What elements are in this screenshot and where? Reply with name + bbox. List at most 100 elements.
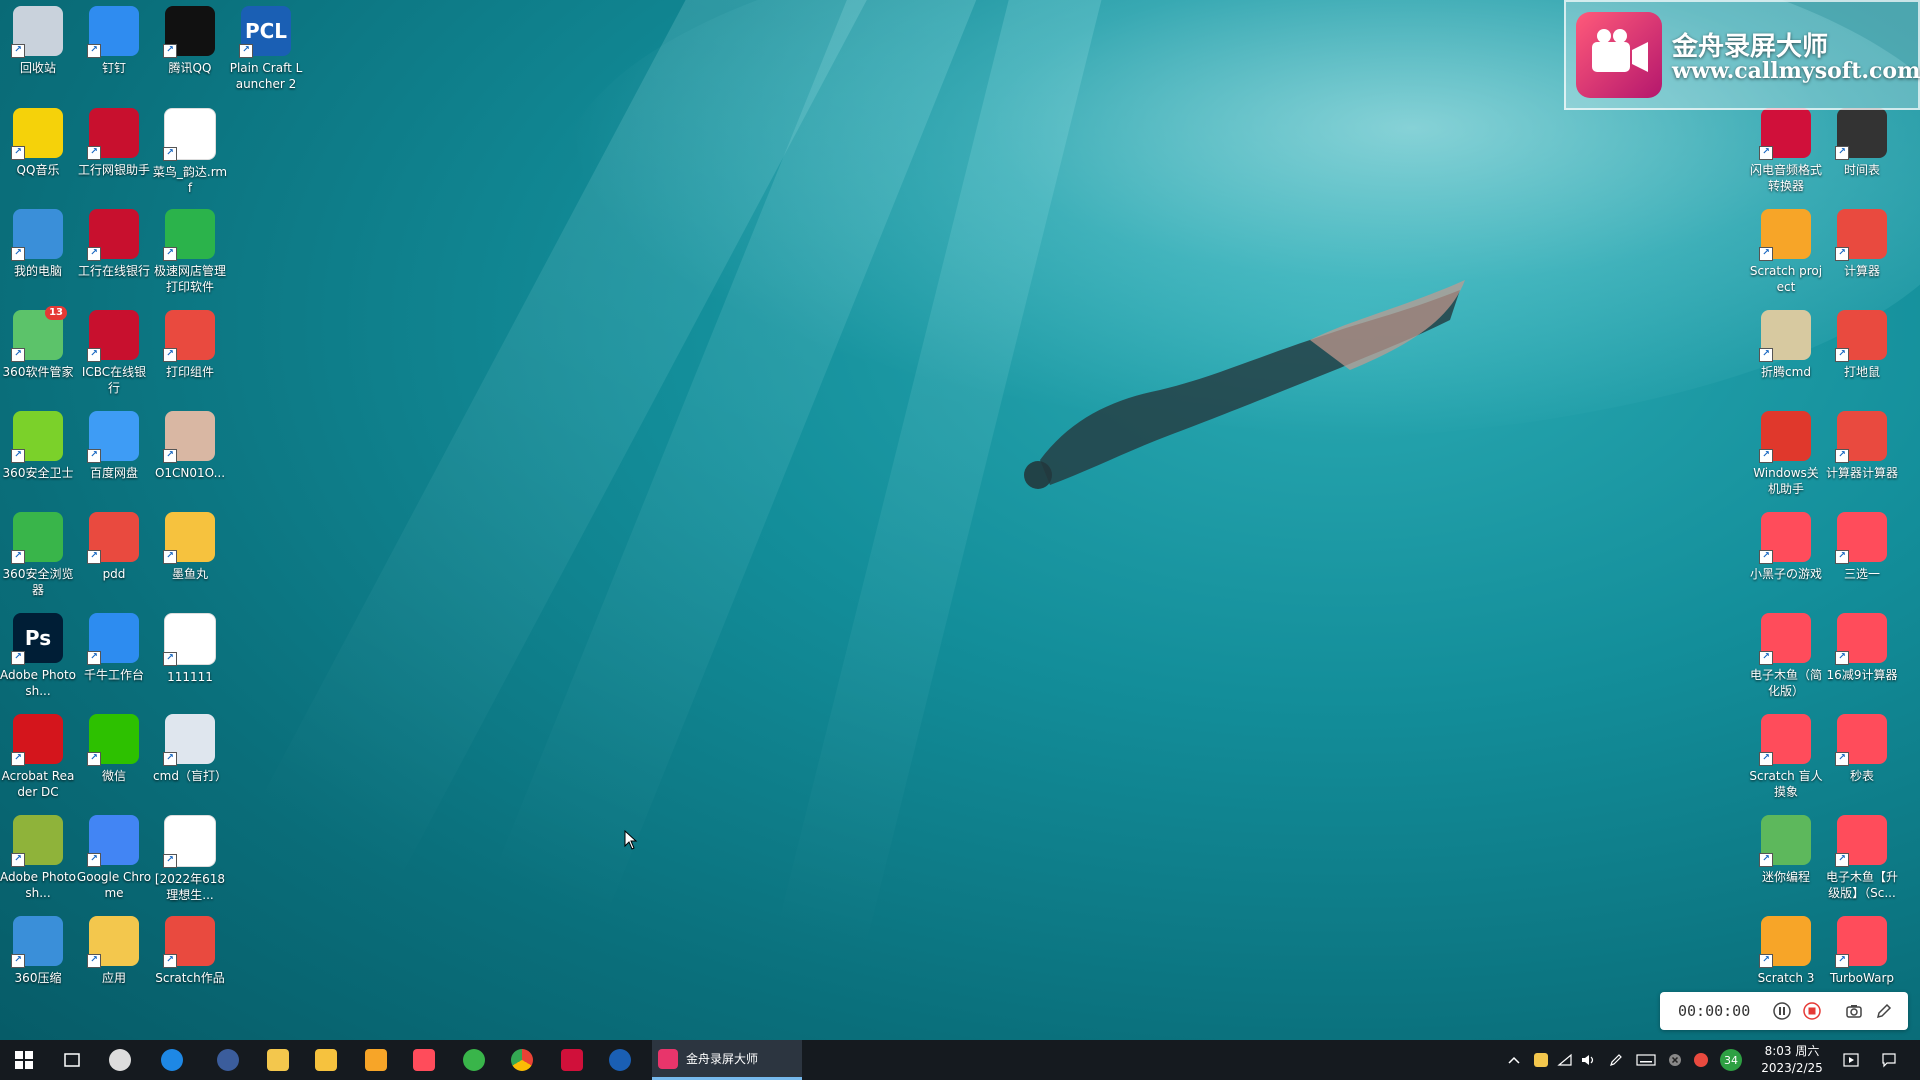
desktop-shortcut[interactable]: ↗ cmd（盲打）: [152, 714, 228, 784]
media-play-icon[interactable]: [1836, 1040, 1866, 1080]
desktop-shortcut[interactable]: ↗ 钉钉: [76, 6, 152, 76]
desktop-shortcut[interactable]: 13 ↗ 360软件管家: [0, 306, 76, 380]
desktop-shortcut-label: 菜鸟_韵达.rmf: [152, 165, 228, 195]
desktop-shortcut[interactable]: ↗ 三选一: [1824, 512, 1900, 582]
desktop-shortcut[interactable]: ↗ 菜鸟_韵达.rmf: [152, 108, 228, 196]
turbowarp-icon: ↗: [1835, 512, 1887, 564]
network-icon[interactable]: [1554, 1040, 1576, 1080]
turbowarp-icon: [413, 1049, 435, 1071]
desktop-shortcut[interactable]: ↗ Windows关机助手: [1748, 411, 1824, 497]
shortcut-arrow-icon: ↗: [11, 752, 25, 766]
desktop-shortcut-label: 我的电脑: [13, 264, 62, 278]
desktop-shortcut[interactable]: ↗ 计算器计算器: [1824, 411, 1900, 481]
taskbar-app-ie[interactable]: [148, 1040, 196, 1080]
desktop-shortcut[interactable]: ↗ 百度网盘: [76, 411, 152, 481]
spreadsheet-icon: ↗: [163, 815, 216, 868]
desktop-shortcut[interactable]: ↗ 打地鼠: [1824, 310, 1900, 380]
desktop-shortcut[interactable]: ↗ 极速网店管理打印软件: [152, 209, 228, 295]
desktop-shortcut[interactable]: ↗ 微信: [76, 714, 152, 784]
desktop-shortcut[interactable]: ↗ 360压缩: [0, 916, 76, 986]
taskbar-app-shutdown[interactable]: [204, 1040, 252, 1080]
desktop-shortcut[interactable]: ↗ O1CN01O...: [152, 411, 228, 481]
shortcut-arrow-icon: ↗: [163, 247, 177, 261]
desktop-shortcut[interactable]: ↗ 秒表: [1824, 714, 1900, 784]
desktop-shortcut[interactable]: ↗ 闪电音频格式转换器: [1748, 108, 1824, 194]
taskbar-active-window[interactable]: 金舟录屏大师: [652, 1040, 802, 1080]
shortcut-arrow-icon: ↗: [163, 854, 177, 868]
desktop-shortcut[interactable]: ↗ 16减9计算器: [1824, 613, 1900, 683]
desktop-shortcut[interactable]: ↗ 电子木鱼【升级版】（Sc...: [1824, 815, 1900, 901]
tray-expand-chevron-icon[interactable]: [1504, 1040, 1524, 1080]
taskbar-clock[interactable]: 8:03 周六 2023/2/25: [1754, 1043, 1830, 1077]
desktop-shortcut-label: 打印组件: [165, 365, 214, 379]
taskbar-app-audio-converter[interactable]: [548, 1040, 596, 1080]
taskbar-app-360-browser[interactable]: [450, 1040, 498, 1080]
desktop-shortcut[interactable]: ↗ 360安全卫士: [0, 411, 76, 481]
tray-recorder-icon[interactable]: [1530, 1040, 1552, 1080]
desktop-shortcut[interactable]: ↗ pdd: [76, 512, 152, 582]
chrome-icon: [511, 1049, 533, 1071]
desktop-shortcut[interactable]: ↗ Google Chrome: [76, 815, 152, 901]
tray-360-badge[interactable]: 34: [1716, 1040, 1746, 1080]
shortcut-arrow-icon: ↗: [163, 147, 177, 161]
stop-record-icon[interactable]: [1800, 999, 1824, 1023]
taskbar-app-explorer[interactable]: [254, 1040, 302, 1080]
desktop-shortcut[interactable]: ↗ 迷你编程: [1748, 815, 1824, 885]
taskbar-app-chrome[interactable]: [498, 1040, 546, 1080]
desktop-shortcut[interactable]: ↗ 时间表: [1824, 108, 1900, 178]
desktop-shortcut[interactable]: ↗ ICBC在线银行: [76, 310, 152, 396]
close-circle-icon[interactable]: [1664, 1040, 1686, 1080]
desktop-shortcut[interactable]: ↗ 打印组件: [152, 310, 228, 380]
desktop-shortcut[interactable]: ↗ 360安全浏览器: [0, 512, 76, 598]
task-view-button[interactable]: [48, 1040, 96, 1080]
desktop-shortcut[interactable]: ↗ QQ音乐: [0, 108, 76, 178]
task-view-icon: [64, 1053, 80, 1067]
desktop-shortcut[interactable]: ↗ 千牛工作台: [76, 613, 152, 683]
desktop-shortcut[interactable]: ↗ Adobe Photosh...: [0, 815, 76, 901]
scratch-icon: ↗: [1759, 209, 1811, 261]
desktop-shortcut[interactable]: ↗ 工行在线银行: [76, 209, 152, 279]
desktop-shortcut[interactable]: ↗ 回收站: [0, 6, 76, 76]
notification-center-icon[interactable]: [1872, 1040, 1906, 1080]
desktop-shortcut[interactable]: ↗ Scratch project: [1748, 209, 1824, 295]
desktop-shortcut[interactable]: ↗ [2022年618理想生...: [152, 815, 228, 903]
ime-sogou-icon[interactable]: [1690, 1040, 1712, 1080]
taskbar-app-scratch[interactable]: [352, 1040, 400, 1080]
desktop-shortcut[interactable]: ↗ 计算器: [1824, 209, 1900, 279]
clock-date: 2023/2/25: [1761, 1061, 1823, 1075]
desktop-shortcut[interactable]: ↗ Scratch 盲人摸象: [1748, 714, 1824, 800]
keyboard-icon[interactable]: [1632, 1040, 1660, 1080]
desktop-shortcut-label: 墨鱼丸: [171, 567, 208, 581]
desktop-shortcut[interactable]: ↗ Acrobat Reader DC: [0, 714, 76, 800]
taskbar-app-360-zip[interactable]: [96, 1040, 144, 1080]
desktop-shortcut[interactable]: ↗ 墨鱼丸: [152, 512, 228, 582]
shortcut-arrow-icon: ↗: [163, 550, 177, 564]
shortcut-arrow-icon: ↗: [1835, 247, 1849, 261]
volume-icon[interactable]: [1576, 1040, 1600, 1080]
taskbar-app-pcl[interactable]: [596, 1040, 644, 1080]
taskbar-app-moyuwan[interactable]: [302, 1040, 350, 1080]
pen-input-icon[interactable]: [1604, 1040, 1628, 1080]
desktop-shortcut[interactable]: ↗ 111111: [152, 613, 228, 685]
desktop-shortcut[interactable]: ↗ 小黑子の游戏: [1748, 512, 1824, 582]
desktop-shortcut[interactable]: ↗ Scratch作品: [152, 916, 228, 986]
desktop-shortcut-label: cmd（盲打）: [153, 769, 227, 783]
screenshot-camera-icon[interactable]: [1842, 999, 1866, 1023]
desktop-shortcut[interactable]: ↗ 工行网银助手: [76, 108, 152, 178]
pen-annotate-icon[interactable]: [1872, 999, 1896, 1023]
desktop-shortcut-label: 百度网盘: [89, 466, 138, 480]
desktop-shortcut[interactable]: ↗ 我的电脑: [0, 209, 76, 279]
start-button[interactable]: [0, 1040, 48, 1080]
desktop-shortcut[interactable]: ↗ 电子木鱼（简化版）: [1748, 613, 1824, 699]
desktop-shortcut[interactable]: ↗ 应用: [76, 916, 152, 986]
desktop-shortcut[interactable]: Ps ↗ Adobe Photosh...: [0, 613, 76, 699]
desktop-shortcut-label: 360压缩: [14, 971, 62, 985]
desktop-shortcut[interactable]: ↗ 腾讯QQ: [152, 6, 228, 76]
360-badge-icon: 34: [1720, 1049, 1742, 1071]
desktop-shortcut[interactable]: ↗ TurboWarp: [1824, 916, 1900, 986]
desktop-shortcut[interactable]: PCL ↗ Plain Craft Launcher 2: [228, 6, 304, 92]
taskbar-app-turbowarp[interactable]: [400, 1040, 448, 1080]
desktop-shortcut[interactable]: ↗ 折腾cmd: [1748, 310, 1824, 380]
pause-icon[interactable]: [1770, 999, 1794, 1023]
desktop-shortcut[interactable]: ↗ Scratch 3: [1748, 916, 1824, 986]
